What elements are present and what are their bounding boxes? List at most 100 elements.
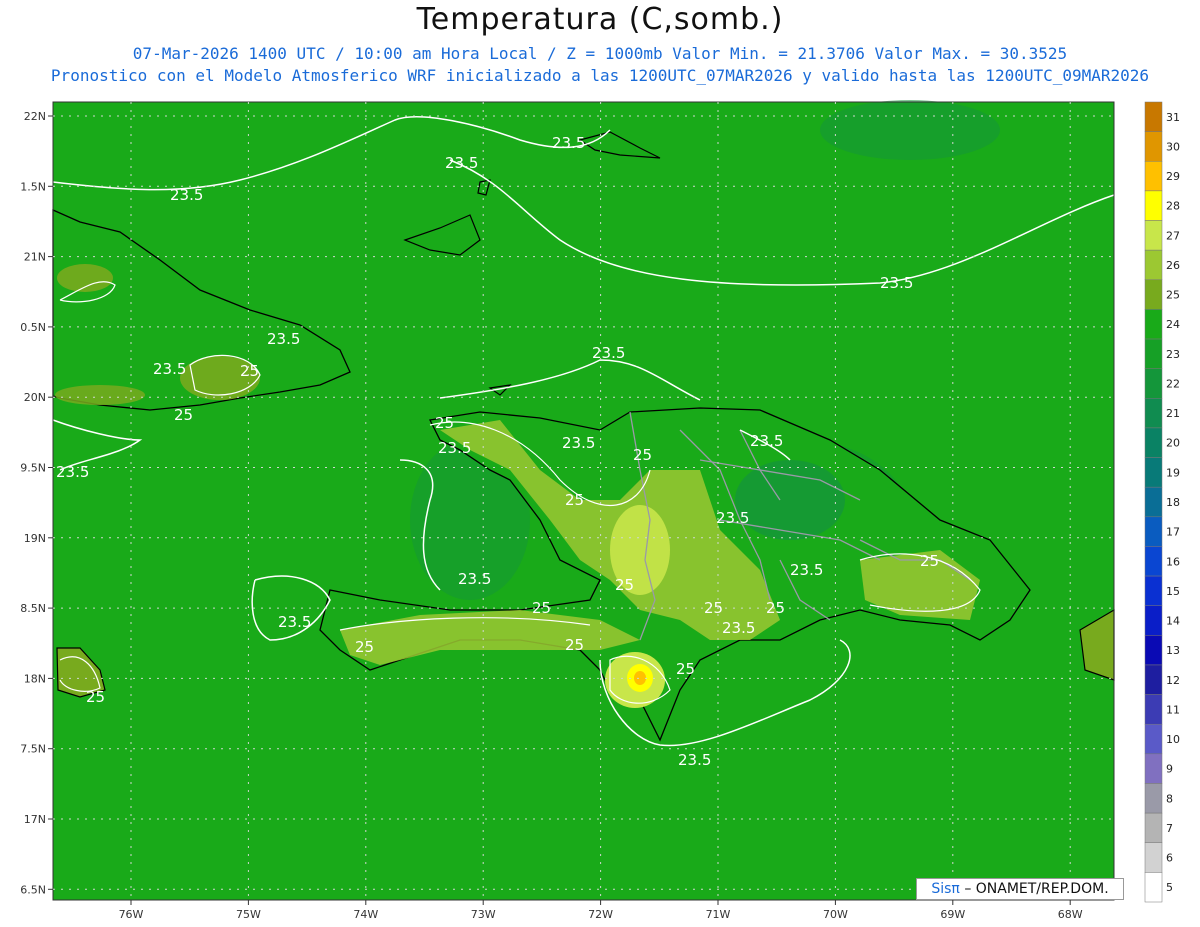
lat-tick-label: 22N <box>24 110 46 123</box>
colorbar-swatch <box>1144 605 1163 636</box>
colorbar-swatch <box>1144 398 1163 429</box>
lon-tick-label: 75W <box>236 908 261 921</box>
colorbar-swatch <box>1144 338 1163 369</box>
colorbar-swatch <box>1144 753 1163 784</box>
colorbar-label: 12 <box>1166 674 1180 687</box>
contour-label: 25 <box>920 552 939 570</box>
contour-label: 23.5 <box>445 154 478 172</box>
colorbar-label: 26 <box>1166 259 1180 272</box>
contour-label: 25 <box>86 688 105 706</box>
lat-tick-label: 7.5N <box>20 743 46 756</box>
colorbar-label: 8 <box>1166 792 1173 805</box>
colorbar-label: 10 <box>1166 733 1180 746</box>
lat-tick-label: 21N <box>24 251 46 264</box>
colorbar-label: 6 <box>1166 852 1173 865</box>
lat-tick-label: 18N <box>24 672 46 685</box>
lat-tick-label: 1.5N <box>20 180 46 193</box>
colorbar-swatch <box>1144 486 1163 518</box>
colorbar-label: 17 <box>1166 526 1180 539</box>
colorbar-swatch <box>1144 664 1163 695</box>
contour-label: 23.5 <box>438 439 471 457</box>
colorbar-swatch <box>1144 279 1163 310</box>
colorbar-swatch <box>1144 812 1163 843</box>
contour-label: 25 <box>676 660 695 678</box>
lat-tick-label: 6.5N <box>20 883 46 896</box>
contour-label: 25 <box>615 576 634 594</box>
contour-label: 23.5 <box>562 434 595 452</box>
lon-tick-label: 73W <box>471 908 496 921</box>
contour-label: 23.5 <box>880 274 913 292</box>
colorbar-swatch <box>1144 249 1163 281</box>
colorbar-label: 11 <box>1166 703 1180 716</box>
colorbar-swatch <box>1144 546 1163 577</box>
colorbar-label: 31 <box>1166 111 1180 124</box>
sispi-logo: Sisπ <box>931 881 960 897</box>
colorbar-label: 27 <box>1166 229 1180 242</box>
contour-label: 23.5 <box>278 613 311 631</box>
colorbar: 31 30 29 28 27 26 25 24 23 22 21 20 19 18 17 16 15 14 13 12… <box>1144 101 1180 903</box>
lon-tick-label: 74W <box>353 908 378 921</box>
colorbar-swatch <box>1144 694 1163 725</box>
contour-label: 23.5 <box>552 134 585 152</box>
lat-tick-label: 8.5N <box>20 602 46 615</box>
colorbar-label: 28 <box>1166 200 1180 213</box>
colorbar-label: 21 <box>1166 407 1180 420</box>
warm-patch <box>634 671 646 685</box>
lon-tick-label: 71W <box>706 908 731 921</box>
lat-tick-label: 17N <box>24 813 46 826</box>
contour-label: 23.5 <box>56 463 89 481</box>
cool-patch <box>735 460 845 540</box>
lon-tick-label: 76W <box>119 908 144 921</box>
colorbar-swatch <box>1144 427 1163 458</box>
lat-tick-label: 20N <box>24 391 46 404</box>
map-title: Temperatura (C,somb.) <box>416 2 784 37</box>
colorbar-swatch <box>1144 161 1163 192</box>
colorbar-swatch <box>1144 575 1163 606</box>
contour-label: 23.5 <box>678 751 711 769</box>
contour-label: 25 <box>174 406 193 424</box>
lat-tick-label: 9.5N <box>20 462 46 475</box>
shade-patch <box>820 100 1000 160</box>
warm-patch <box>57 264 113 292</box>
contour-label: 25 <box>355 638 374 656</box>
contour-label: 23.5 <box>750 432 783 450</box>
colorbar-swatch <box>1144 131 1163 162</box>
contour-label: 23.5 <box>716 509 749 527</box>
colorbar-label: 7 <box>1166 822 1173 835</box>
colorbar-label: 24 <box>1166 318 1180 331</box>
colorbar-label: 5 <box>1166 881 1173 894</box>
credit-text: – ONAMET/REP.DOM. <box>964 881 1109 897</box>
contour-label: 25 <box>435 414 454 432</box>
contour-label: 23.5 <box>170 186 203 204</box>
colorbar-swatch <box>1144 101 1163 132</box>
colorbar-label: 25 <box>1166 289 1180 302</box>
lat-tick-label: 0.5N <box>20 321 46 334</box>
lon-tick-label: 69W <box>940 908 965 921</box>
contour-label: 23.5 <box>722 619 755 637</box>
lon-tick-label: 68W <box>1058 908 1083 921</box>
colorbar-swatch <box>1144 516 1163 547</box>
map-subtitle-model: Pronostico con el Modelo Atmosferico WRF… <box>50 66 1150 85</box>
warm-patch <box>55 385 145 405</box>
map-subtitle-time: 07-Mar-2026 1400 UTC / 10:00 am Hora Loc… <box>132 44 1068 63</box>
colorbar-swatch <box>1144 368 1163 399</box>
temperature-map: 23.5 23.5 23.5 23.5 23.5 23.5 23.5 23.5 … <box>20 100 1180 921</box>
colorbar-swatch <box>1144 309 1163 340</box>
colorbar-swatch <box>1144 635 1163 666</box>
contour-label: 25 <box>240 362 259 380</box>
colorbar-label: 30 <box>1166 140 1180 153</box>
colorbar-label: 14 <box>1166 615 1180 628</box>
colorbar-swatch <box>1144 220 1163 251</box>
colorbar-label: 16 <box>1166 555 1180 568</box>
contour-label: 25 <box>633 446 652 464</box>
contour-label: 23.5 <box>153 360 186 378</box>
contour-label: 23.5 <box>458 570 491 588</box>
credit-box: Sisπ – ONAMET/REP.DOM. <box>916 878 1124 900</box>
longitude-labels: 76W 75W 74W 73W 72W 71W 70W 69W 68W <box>119 900 1083 921</box>
colorbar-label: 9 <box>1166 763 1173 776</box>
contour-label: 25 <box>565 636 584 654</box>
contour-label: 25 <box>565 491 584 509</box>
colorbar-label: 13 <box>1166 644 1180 657</box>
contour-label: 23.5 <box>267 330 300 348</box>
colorbar-swatch <box>1144 190 1163 221</box>
